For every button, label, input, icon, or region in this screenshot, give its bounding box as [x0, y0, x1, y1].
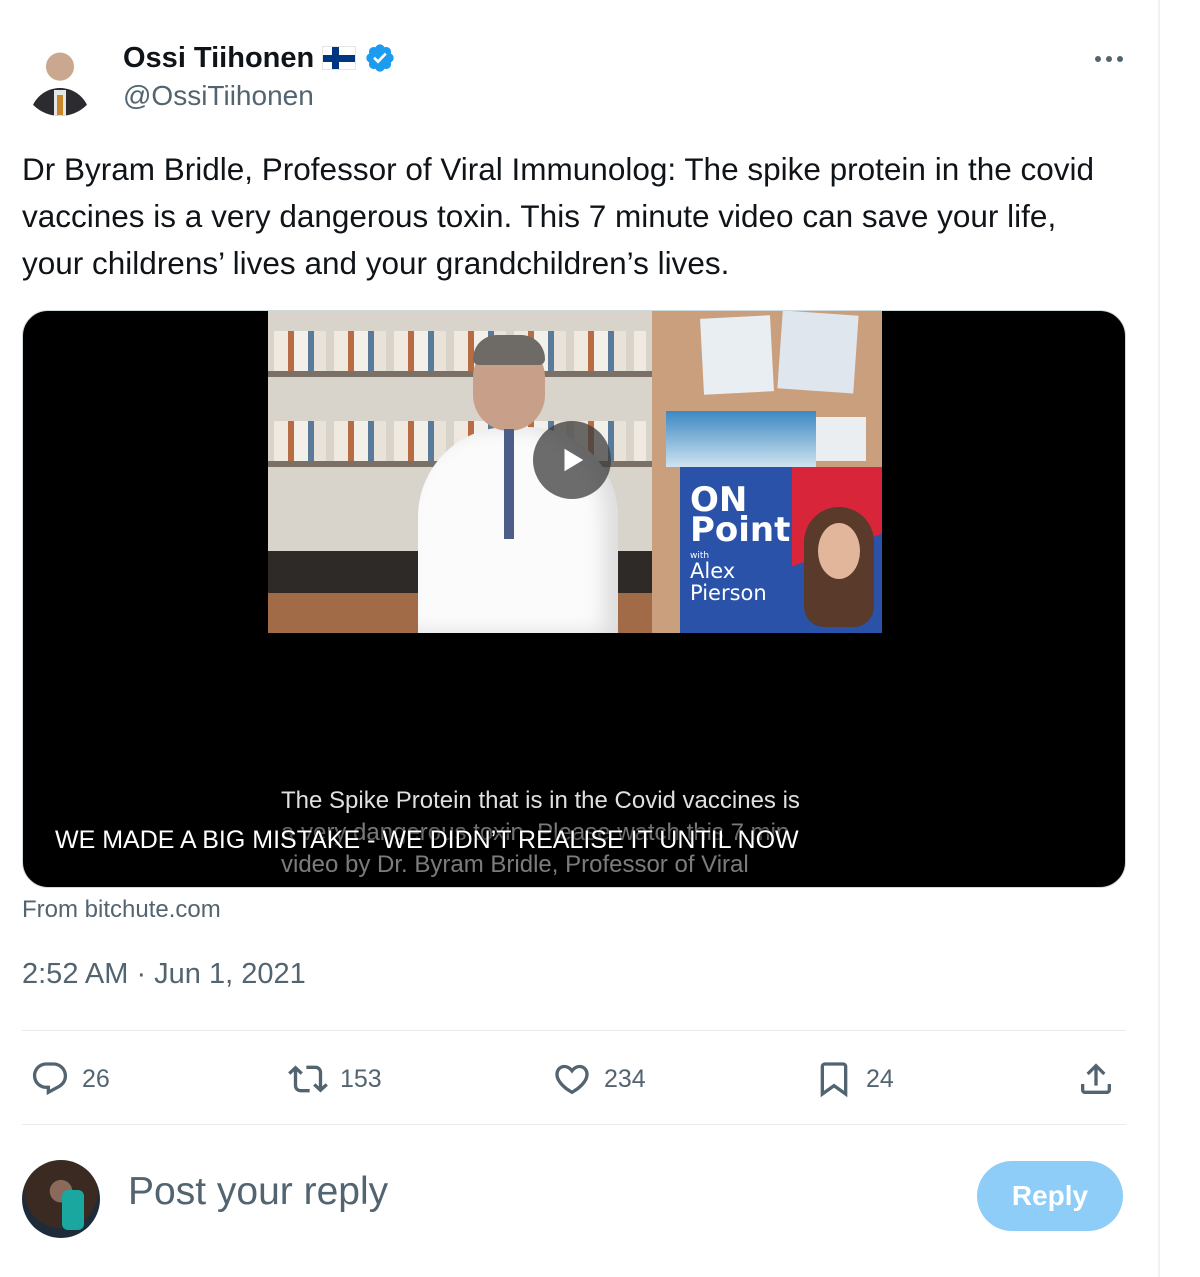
share-action[interactable] — [1076, 1056, 1116, 1102]
tweet: Ossi Tiihonen @OssiTiihonen Dr Byram Bri… — [22, 0, 1126, 1277]
verified-badge-icon[interactable] — [364, 42, 396, 74]
like-action[interactable]: 234 — [552, 1056, 646, 1102]
divider — [22, 1124, 1126, 1125]
more-options-icon[interactable] — [1092, 44, 1126, 74]
column-divider — [1158, 0, 1160, 1277]
tweet-text: Dr Byram Bridle, Professor of Viral Immu… — [22, 151, 1095, 281]
author-name-row: Ossi Tiihonen — [123, 40, 396, 76]
share-icon — [1081, 1063, 1111, 1094]
reply-input[interactable]: Post your reply — [128, 1170, 388, 1214]
bookmark-action[interactable]: 24 — [814, 1056, 894, 1102]
author-avatar[interactable] — [22, 40, 98, 116]
video-title: WE MADE A BIG MISTAKE - WE DIDN’T REALIS… — [55, 826, 799, 854]
retweet-action[interactable]: 153 — [288, 1056, 382, 1102]
user-avatar[interactable] — [22, 1160, 100, 1238]
author-handle[interactable]: @OssiTiihonen — [123, 80, 314, 112]
retweet-icon — [288, 1065, 328, 1093]
finland-flag-icon — [322, 46, 357, 70]
author-name[interactable]: Ossi Tiihonen — [123, 42, 314, 75]
tweet-timestamp[interactable]: 2:52 AM · Jun 1, 2021 — [22, 958, 306, 991]
reply-action[interactable]: 26 — [30, 1056, 110, 1102]
video-player[interactable]: ON Point with Alex Pierson The Spike Pro… — [22, 310, 1126, 888]
play-icon[interactable] — [533, 421, 611, 499]
bookmark-icon — [820, 1062, 848, 1098]
heart-icon — [555, 1064, 589, 1095]
action-bar: 26 153 234 24 — [22, 1056, 1126, 1102]
on-point-logo: ON Point with Alex Pierson — [680, 467, 882, 633]
divider — [22, 1030, 1126, 1031]
reply-button[interactable]: Reply — [977, 1161, 1123, 1231]
link-source[interactable]: From bitchute.com — [22, 896, 221, 924]
reply-icon — [32, 1062, 68, 1096]
